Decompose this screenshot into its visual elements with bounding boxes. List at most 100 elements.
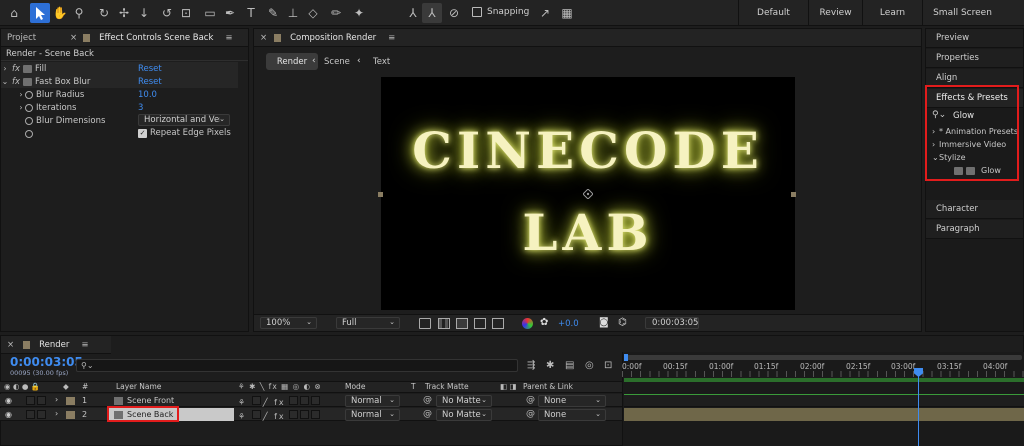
tab-render[interactable]: Render	[33, 336, 75, 354]
workspace-default[interactable]: Default	[738, 0, 808, 26]
reset-link[interactable]: Reset	[138, 64, 162, 74]
chevron-right-icon[interactable]: ›	[17, 90, 25, 99]
visibility-eye-icon[interactable]: ◉	[5, 410, 12, 419]
work-area-start-handle[interactable]	[624, 354, 628, 361]
current-time-display[interactable]: 0:00:03:05	[645, 317, 699, 329]
label-tag-icon[interactable]: ◆	[63, 382, 69, 391]
switch-boxes[interactable]	[26, 410, 48, 422]
brush-tool-icon[interactable]: ✎	[263, 3, 283, 23]
anchor-point-icon[interactable]	[583, 189, 593, 199]
effect-row-fill[interactable]: › fx Fill Reset	[1, 62, 238, 75]
tab-project[interactable]: Project	[1, 29, 67, 47]
pickwhip-icon[interactable]: @	[423, 395, 432, 405]
parent-pickwhip-icon[interactable]: @	[526, 409, 535, 419]
blend-mode-dropdown[interactable]: Normal ⌄	[345, 395, 400, 407]
layer-duration-bar[interactable]	[624, 408, 1024, 421]
draft-3d-icon[interactable]: ✱	[546, 360, 554, 371]
chevron-right-icon[interactable]: ›	[1, 64, 9, 73]
timeline-timecode[interactable]: 0:00:03:05	[10, 355, 83, 369]
composition-canvas[interactable]: CINECODE LAB	[378, 77, 796, 310]
panel-menu-icon[interactable]: ≡	[219, 29, 238, 47]
transparency-grid-icon[interactable]	[438, 318, 450, 329]
panel-menu-icon[interactable]: ≡	[75, 336, 94, 354]
layer-switches[interactable]: ⚘ ╱ fx	[238, 410, 322, 421]
pen-tool-icon[interactable]: ✒	[220, 3, 240, 23]
av-switches-icons[interactable]: ◉ ◐ ● 🔒	[4, 382, 40, 391]
frame-blending-icon[interactable]: ▤	[565, 360, 574, 371]
workspace-review[interactable]: Review	[808, 0, 862, 26]
roto-brush-icon[interactable]: ✏	[326, 3, 346, 23]
hand-tool-icon[interactable]: ✋	[50, 3, 70, 23]
motion-blur-icon[interactable]: ◎	[585, 360, 594, 371]
chevron-right-icon[interactable]: ›	[55, 395, 58, 404]
type-tool-icon[interactable]: T	[241, 3, 261, 23]
orbit-camera-icon[interactable]: ↻	[94, 3, 114, 23]
iterations-value[interactable]: 3	[138, 103, 143, 113]
col-track-matte[interactable]: Track Matte	[425, 382, 469, 391]
show-snapshot-icon[interactable]: ⌬	[618, 317, 627, 328]
switches-header-icons[interactable]: ⚘ ✱ ╲ fx ▦ ◎ ◐ ⊗	[238, 382, 322, 391]
snap-grid-icon[interactable]: ▦	[557, 3, 577, 23]
parent-dropdown[interactable]: None ⌄	[538, 409, 606, 421]
eraser-tool-icon[interactable]: ◇	[303, 3, 323, 23]
local-axis-icon[interactable]: ⅄	[403, 3, 423, 23]
lock-icon[interactable]	[20, 336, 33, 354]
stopwatch-icon[interactable]	[25, 116, 33, 125]
reset-link[interactable]: Reset	[138, 77, 162, 87]
layer-switches[interactable]: ⚘ ╱ fx	[238, 396, 322, 407]
effect-row-fast-box-blur[interactable]: ⌄ fx Fast Box Blur Reset	[1, 75, 238, 88]
track-matte-dropdown[interactable]: No Matte ⌄	[436, 395, 492, 407]
close-tab-icon[interactable]: ×	[67, 29, 80, 47]
3d-view-icon[interactable]	[492, 318, 504, 329]
selection-tool-icon[interactable]	[30, 3, 50, 23]
exposure-value[interactable]: +0.0	[558, 319, 579, 329]
breadcrumb-scene[interactable]: Scene	[324, 57, 350, 67]
view-axis-icon[interactable]: ⊘	[444, 3, 464, 23]
snapping-checkbox[interactable]	[472, 7, 482, 17]
timeline-search-input[interactable]: ⚲⌄	[76, 359, 518, 372]
rotation-tool-icon[interactable]: ↺	[157, 3, 177, 23]
color-channel-icon[interactable]	[522, 318, 533, 329]
comp-flowchart-icon[interactable]: ⇶	[527, 360, 535, 371]
chevron-right-icon[interactable]: ›	[17, 103, 25, 112]
transform-handle-right[interactable]	[791, 192, 796, 197]
stopwatch-icon[interactable]	[25, 103, 33, 112]
visibility-eye-icon[interactable]: ◉	[5, 396, 12, 405]
pan-camera-icon[interactable]: ✢	[114, 3, 134, 23]
home-icon[interactable]: ⌂	[4, 3, 24, 23]
snapshot-camera-icon[interactable]: ◙	[599, 317, 609, 328]
layer-name[interactable]: Scene Front	[127, 396, 174, 405]
panel-menu-icon[interactable]: ≡	[382, 29, 401, 47]
chevron-down-icon[interactable]: ⌄	[1, 77, 9, 86]
playhead-line[interactable]	[918, 370, 919, 446]
dolly-camera-icon[interactable]: ↓	[134, 3, 154, 23]
stopwatch-icon[interactable]	[25, 129, 33, 138]
snap-option-icon[interactable]: ↗	[535, 3, 555, 23]
track-matte-dropdown[interactable]: No Matte ⌄	[436, 409, 492, 421]
label-color-swatch[interactable]	[66, 411, 75, 419]
parent-pickwhip-icon[interactable]: @	[526, 395, 535, 405]
col-layer-name[interactable]: Layer Name	[116, 382, 161, 391]
pan-behind-icon[interactable]: ⊡	[176, 3, 196, 23]
graph-editor-icon[interactable]: ⊡	[604, 360, 612, 371]
breadcrumb-text[interactable]: Text	[373, 57, 390, 67]
tab-composition-render[interactable]: Composition Render	[284, 29, 382, 47]
workspace-learn[interactable]: Learn	[862, 0, 922, 26]
panel-preview[interactable]: Preview	[926, 29, 1023, 48]
pickwhip-icon[interactable]: @	[423, 409, 432, 419]
rectangle-tool-icon[interactable]: ▭	[200, 3, 220, 23]
col-parent-link[interactable]: Parent & Link	[523, 382, 573, 391]
close-tab-icon[interactable]: ×	[254, 29, 271, 47]
world-axis-icon[interactable]: ⅄	[422, 3, 442, 23]
fx-icon[interactable]: fx	[12, 64, 20, 74]
tab-effect-controls[interactable]: Effect Controls Scene Back	[93, 29, 219, 47]
workspace-small-screen[interactable]: Small Screen	[922, 0, 1002, 26]
repeat-edge-checkbox[interactable]: ✓	[138, 129, 147, 138]
lock-icon[interactable]	[80, 29, 93, 47]
col-mode[interactable]: Mode	[345, 382, 365, 391]
mask-visibility-icon[interactable]	[456, 318, 468, 329]
chevron-right-icon[interactable]: ›	[55, 409, 58, 418]
puppet-pin-icon[interactable]: ✦	[349, 3, 369, 23]
work-area-bar[interactable]	[626, 355, 1022, 360]
track-row-1[interactable]	[624, 394, 1024, 407]
